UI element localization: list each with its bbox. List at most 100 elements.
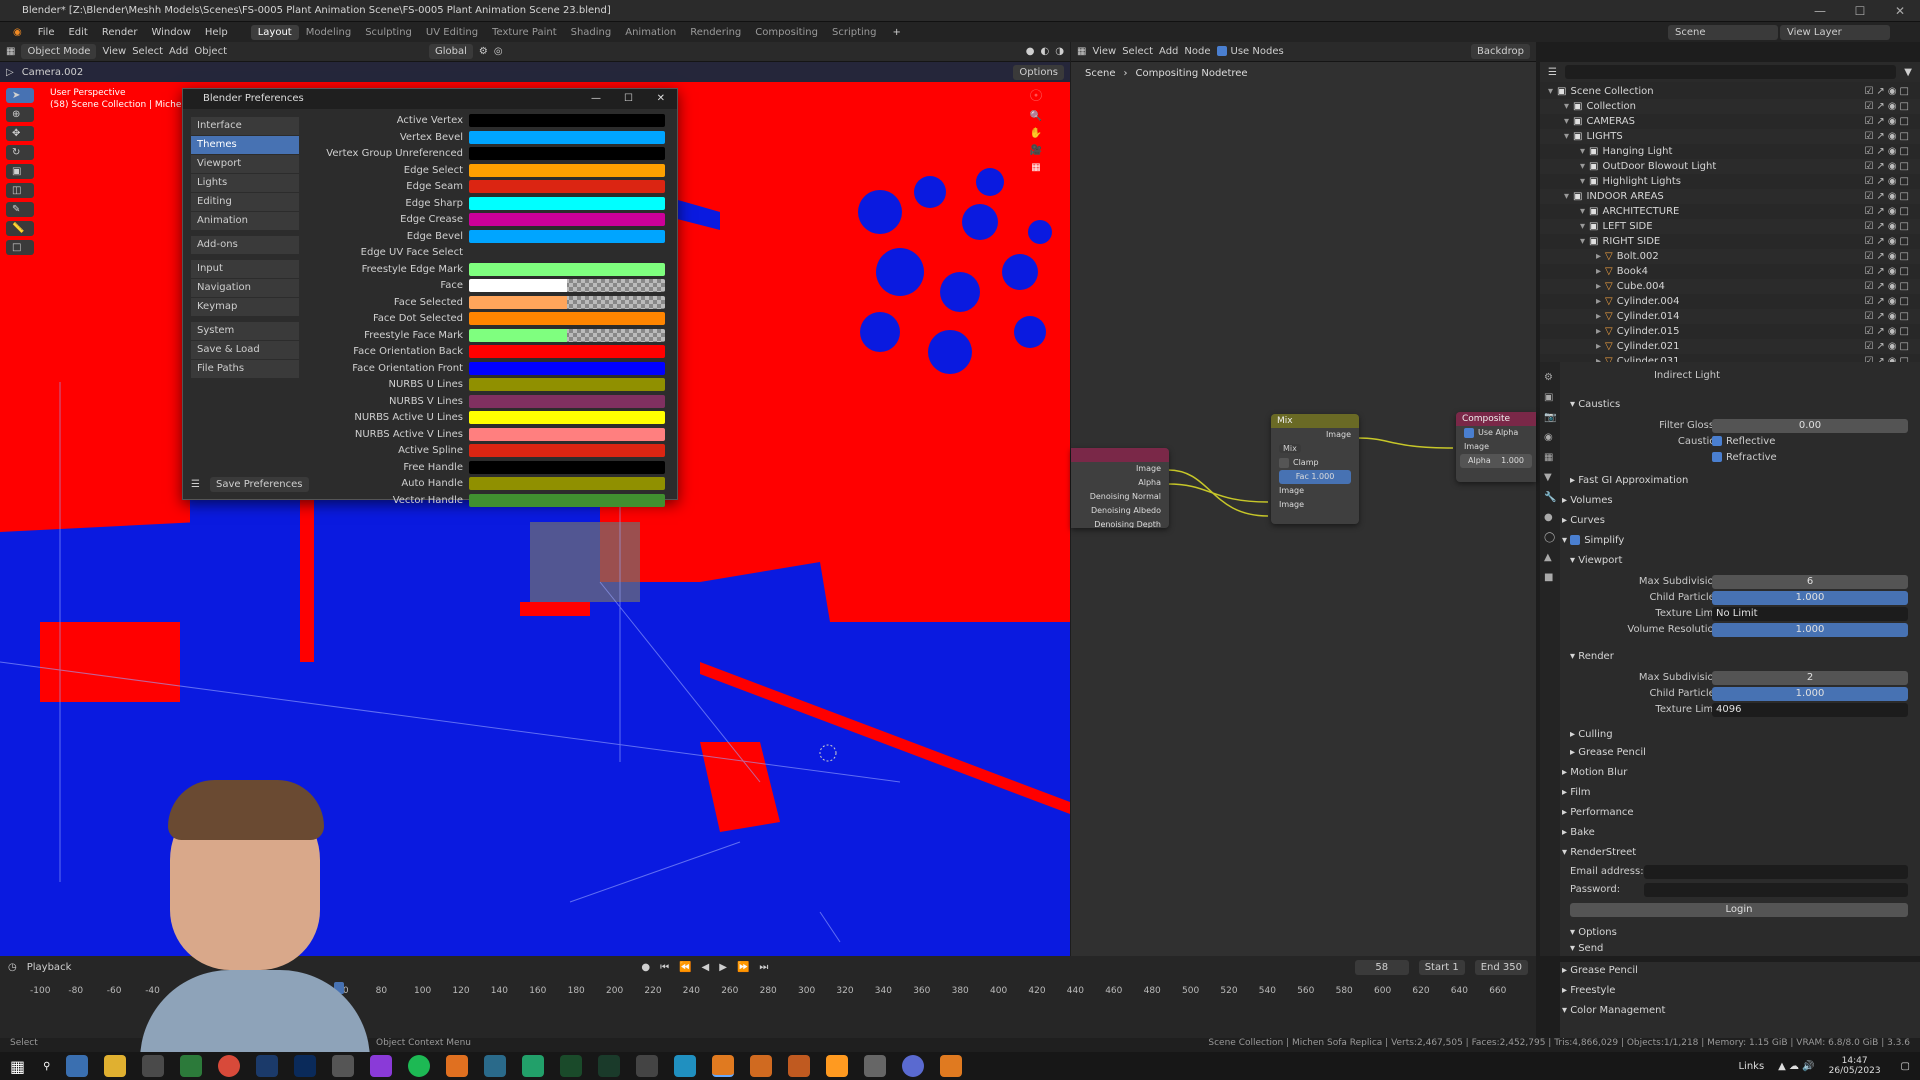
notes-icon[interactable] [332, 1055, 355, 1077]
painter-icon[interactable] [598, 1055, 621, 1077]
menu-edit[interactable]: Edit [61, 25, 94, 40]
use-nodes-checkbox[interactable]: Use Nodes [1216, 46, 1284, 57]
outliner-expand-icon[interactable]: ▸ [1596, 326, 1601, 337]
composite-alpha-field[interactable]: Alpha 1.000 [1460, 454, 1532, 468]
prefs-maximize-button[interactable]: ☐ [624, 89, 633, 109]
node-editor[interactable]: Scene › Compositing Nodetree Image Alpha D… [1071, 62, 1536, 956]
options-dropdown[interactable]: Options [1013, 64, 1064, 80]
outliner-row[interactable]: ▾ ▣ Scene Collection ☑↗◉□ [1540, 84, 1920, 99]
prefs-nav-lights[interactable]: Lights [191, 174, 299, 192]
outliner-expand-icon[interactable]: ▾ [1580, 176, 1585, 187]
caustics-panel-header[interactable]: ▾ Caustics [1560, 396, 1920, 414]
outliner-row[interactable]: ▾ ▣ Hanging Light ☑↗◉□ [1540, 144, 1920, 159]
file-explorer-icon[interactable] [66, 1055, 89, 1077]
move-tool-icon[interactable]: ✥ [6, 126, 34, 141]
use-alpha-label[interactable]: Use Alpha [1478, 428, 1518, 437]
outliner-search-input[interactable] [1564, 65, 1897, 79]
hamburger-menu-icon[interactable]: ☰ [191, 479, 200, 490]
max-subdivision-field[interactable]: 6 [1712, 575, 1908, 589]
menu-render[interactable]: Render [95, 25, 145, 40]
culling-panel[interactable]: ▸ Culling [1560, 726, 1920, 744]
simplify-viewport-panel[interactable]: ▾ Viewport [1560, 552, 1920, 570]
zoom-icon[interactable]: 🔍 [1030, 111, 1042, 122]
properties-tab-icons[interactable]: ⚙ ▣ 📷 ◉ ▦ ▼ 🔧 ● ◯ ▲ ■ [1540, 362, 1560, 594]
node-node-menu[interactable]: Node [1184, 46, 1210, 57]
axis-gizmo-icon[interactable]: ☉ [1029, 86, 1043, 105]
fast-gi-panel[interactable]: ▸ Fast GI Approximation [1560, 472, 1920, 490]
visibility-toggles-icon[interactable]: ☑↗◉□ [1864, 204, 1912, 219]
notifications-icon[interactable]: ▢ [1901, 1061, 1910, 1072]
blender-2-icon[interactable] [750, 1055, 773, 1077]
filter-icon[interactable]: ▼ [1904, 67, 1912, 78]
film-panel[interactable]: ▸ Film [1560, 784, 1920, 802]
workspace-tab-rendering[interactable]: Rendering [683, 25, 748, 40]
workspace-tab-texture-paint[interactable]: Texture Paint [485, 25, 564, 40]
vs-icon[interactable] [484, 1055, 507, 1077]
prefs-minimize-button[interactable]: — [591, 89, 601, 109]
blender-3-icon[interactable] [788, 1055, 811, 1077]
theme-color-swatch[interactable] [469, 279, 665, 292]
search-icon[interactable]: ⚲ [43, 1061, 50, 1072]
node-select-menu[interactable]: Select [1122, 46, 1153, 57]
theme-color-swatch[interactable] [469, 246, 665, 259]
outliner-row[interactable]: ▾ ▣ INDOOR AREAS ☑↗◉□ [1540, 189, 1920, 204]
add-workspace-button[interactable]: + [885, 25, 907, 40]
menu-help[interactable]: Help [198, 25, 235, 40]
login-button[interactable]: Login [1570, 903, 1908, 917]
folder-icon[interactable] [104, 1055, 127, 1077]
visibility-toggles-icon[interactable]: ☑↗◉□ [1864, 309, 1912, 324]
prefs-nav-editing[interactable]: Editing [191, 193, 299, 211]
clock[interactable]: 14:47 26/05/2023 [1829, 1056, 1881, 1076]
node-add-menu[interactable]: Add [1159, 46, 1178, 57]
outliner-expand-icon[interactable]: ▾ [1564, 131, 1569, 142]
theme-color-swatch[interactable] [469, 460, 665, 474]
outliner-expand-icon[interactable]: ▾ [1548, 86, 1553, 97]
maximize-button[interactable]: ☐ [1840, 0, 1880, 22]
outliner-row[interactable]: ▸ ▽ Cylinder.015 ☑↗◉□ [1540, 324, 1920, 339]
camera-view-icon[interactable]: 🎥 [1030, 145, 1042, 156]
orientation-selector[interactable]: Global [429, 44, 473, 59]
select-menu[interactable]: Select [132, 46, 163, 57]
windows-start-icon[interactable]: ▦ [10, 1057, 25, 1076]
workspace-tab-compositing[interactable]: Compositing [748, 25, 825, 40]
theme-color-swatch[interactable] [469, 163, 665, 177]
prefs-nav-save-load[interactable]: Save & Load [191, 341, 299, 359]
theme-color-swatch[interactable] [469, 444, 665, 457]
spotify-icon[interactable] [408, 1055, 431, 1077]
outliner-expand-icon[interactable]: ▸ [1596, 296, 1601, 307]
volumes-panel[interactable]: ▸ Volumes [1560, 492, 1920, 510]
reflective-checkbox[interactable]: Reflective [1712, 434, 1775, 450]
outliner-expand-icon[interactable]: ▾ [1564, 101, 1569, 112]
visibility-toggles-icon[interactable]: ☑↗◉□ [1864, 129, 1912, 144]
visibility-toggles-icon[interactable]: ☑↗◉□ [1864, 144, 1912, 159]
add-menu[interactable]: Add [169, 46, 188, 57]
prefs-nav-file-paths[interactable]: File Paths [191, 360, 299, 378]
theme-color-swatch[interactable] [469, 361, 665, 375]
outliner-expand-icon[interactable]: ▸ [1596, 311, 1601, 322]
prefs-nav-viewport[interactable]: Viewport [191, 155, 299, 173]
ortho-grid-icon[interactable]: ▦ [1031, 162, 1040, 173]
visibility-toggles-icon[interactable]: ☑↗◉□ [1864, 219, 1912, 234]
outliner-row[interactable]: ▾ ▣ ARCHITECTURE ☑↗◉□ [1540, 204, 1920, 219]
theme-color-swatch[interactable] [469, 411, 665, 424]
grease-pencil-panel[interactable]: ▸ Grease Pencil [1560, 962, 1920, 980]
scale-tool-icon[interactable]: ▣ [6, 164, 34, 179]
shading-material-icon[interactable]: ◐ [1041, 46, 1050, 57]
minimize-button[interactable]: — [1800, 0, 1840, 22]
calculator-icon[interactable] [180, 1055, 203, 1077]
workspace-tab-animation[interactable]: Animation [618, 25, 683, 40]
proportional-edit-icon[interactable]: ◎ [494, 46, 503, 57]
blender-4-icon[interactable] [940, 1055, 963, 1077]
theme-color-swatch[interactable] [469, 493, 665, 507]
outliner-row[interactable]: ▸ ▽ Book4 ☑↗◉□ [1540, 264, 1920, 279]
prefs-nav-system[interactable]: System [191, 322, 299, 340]
workspace-tab-sculpting[interactable]: Sculpting [358, 25, 419, 40]
outliner-row[interactable]: ▾ ▣ RIGHT SIDE ☑↗◉□ [1540, 234, 1920, 249]
renderstreet-panel[interactable]: ▾ RenderStreet [1560, 844, 1920, 862]
add-cube-tool-icon[interactable]: □ [6, 240, 34, 255]
workspace-tab-scripting[interactable]: Scripting [825, 25, 883, 40]
visibility-toggles-icon[interactable]: ☑↗◉□ [1864, 99, 1912, 114]
mix-clamp-label[interactable]: Clamp [1293, 458, 1319, 467]
editor-type-icon[interactable]: ▦ [6, 46, 15, 57]
visibility-toggles-icon[interactable]: ☑↗◉□ [1864, 189, 1912, 204]
